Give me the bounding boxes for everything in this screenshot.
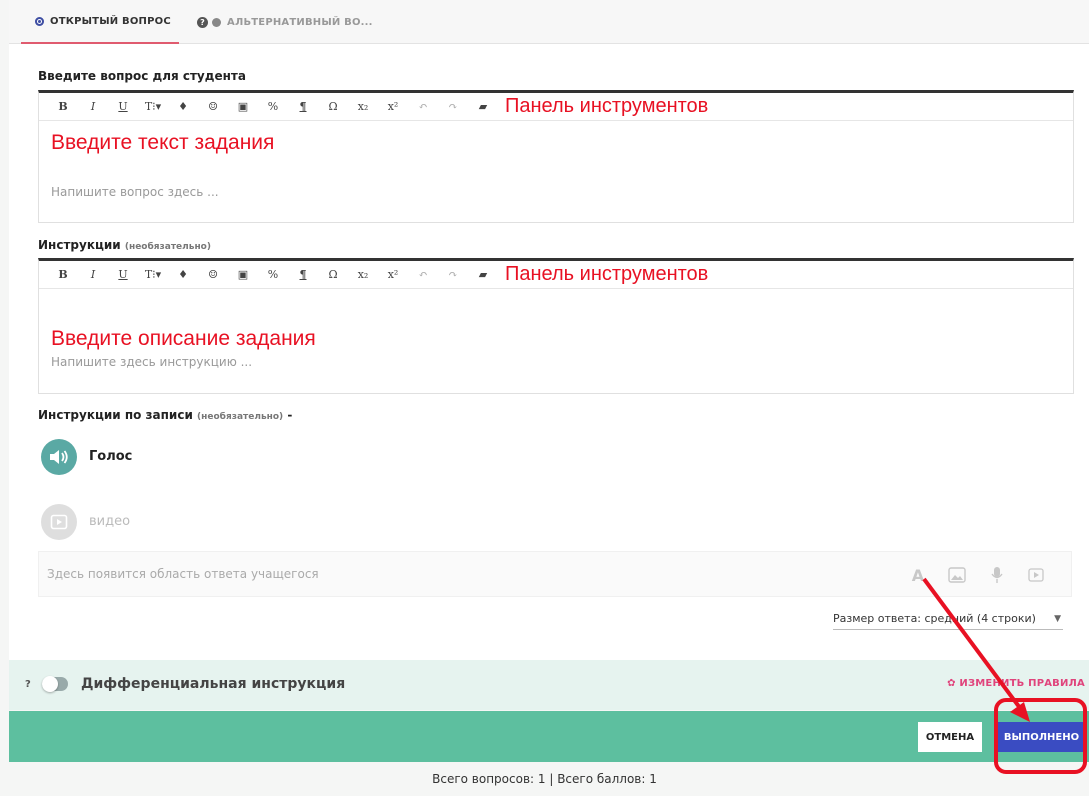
superscript-button[interactable]: x² — [383, 265, 403, 285]
instructions-title: Инструкции — [38, 238, 121, 252]
voice-label: Голос — [89, 449, 133, 464]
emoji-icon[interactable]: ☺ — [203, 265, 223, 285]
superscript-button[interactable]: x² — [383, 97, 403, 117]
optional-note: (необязательно) — [124, 242, 211, 252]
radio-icon — [35, 16, 44, 26]
link-icon[interactable]: % — [263, 97, 283, 117]
special-char-icon[interactable]: Ω — [323, 97, 343, 117]
differential-title: Дифференциальная инструкция — [81, 676, 346, 692]
recording-label: Инструкции по записи (необязательно) - — [38, 408, 292, 422]
bold-button[interactable]: B — [53, 97, 73, 117]
answer-placeholder: Здесь появится область ответа учащегося — [47, 567, 319, 581]
redo-icon[interactable]: ↷ — [443, 97, 463, 117]
subscript-button[interactable]: x₂ — [353, 97, 373, 117]
paragraph-icon[interactable]: ¶ — [293, 265, 313, 285]
help-icon[interactable]: ? — [25, 679, 31, 690]
tab-bar: ОТКРЫТЫЙ ВОПРОС ? АЛЬТЕРНАТИВНЫЙ ВО... — [9, 0, 1089, 44]
image-icon[interactable]: ▣ — [233, 265, 253, 285]
differential-toggle[interactable] — [42, 676, 68, 692]
speaker-icon — [50, 450, 68, 464]
answer-size-select[interactable]: Размер ответа: средний (4 строки) ▼ — [833, 612, 1063, 630]
underline-button[interactable]: U — [113, 265, 133, 285]
question-label: Введите вопрос для студента — [38, 69, 246, 83]
text-color-icon[interactable]: ♦ — [173, 97, 193, 117]
instructions-toolbar: B I U T⁝▾ ♦ ☺ ▣ % ¶ Ω x₂ x² ↶ ↷ ▰ Панель… — [39, 261, 1073, 289]
radio-icon — [212, 17, 221, 27]
tab-row: ОТКРЫТЫЙ ВОПРОС ? АЛЬТЕРНАТИВНЫЙ ВО... — [9, 0, 1089, 44]
instructions-annotation: Введите описание задания — [51, 327, 316, 350]
italic-button[interactable]: I — [83, 97, 103, 117]
eraser-icon[interactable]: ▰ — [473, 97, 493, 117]
student-answer-area[interactable]: Здесь появится область ответа учащегося … — [38, 551, 1072, 597]
instructions-editor[interactable]: B I U T⁝▾ ♦ ☺ ▣ % ¶ Ω x₂ x² ↶ ↷ ▰ Панель… — [38, 258, 1074, 394]
footer-bar: ОТМЕНА ВЫПОЛНЕНО — [9, 711, 1089, 762]
differential-instruction-bar: ? Дифференциальная инструкция ✿ ИЗМЕНИТЬ… — [9, 660, 1089, 710]
redo-icon[interactable]: ↷ — [443, 265, 463, 285]
done-button[interactable]: ВЫПОЛНЕНО — [998, 722, 1085, 752]
toolbar-annotation: Панель инструментов — [505, 263, 709, 285]
bold-button[interactable]: B — [53, 265, 73, 285]
undo-icon[interactable]: ↶ — [413, 265, 433, 285]
help-icon: ? — [197, 16, 208, 28]
emoji-icon[interactable]: ☺ — [203, 97, 223, 117]
video-icon — [50, 514, 68, 530]
subscript-button[interactable]: x₂ — [353, 265, 373, 285]
text-color-icon[interactable]: ♦ — [173, 265, 193, 285]
status-bar: Всего вопросов: 1 | Всего баллов: 1 — [0, 762, 1089, 796]
answer-size-value: Размер ответа: средний (4 строки) — [833, 612, 1036, 625]
italic-button[interactable]: I — [83, 265, 103, 285]
cancel-button[interactable]: ОТМЕНА — [918, 722, 982, 752]
toggle-knob — [42, 676, 58, 692]
link-icon[interactable]: % — [263, 265, 283, 285]
font-size-button[interactable]: T⁝▾ — [143, 265, 163, 285]
optional-note: (необязательно) — [197, 412, 284, 422]
question-toolbar: B I U T⁝▾ ♦ ☺ ▣ % ¶ Ω x₂ x² ↶ ↷ ▰ Панель… — [39, 93, 1073, 121]
video-answer-icon[interactable] — [1023, 561, 1049, 589]
question-editor[interactable]: B I U T⁝▾ ♦ ☺ ▣ % ¶ Ω x₂ x² ↶ ↷ ▰ Панель… — [38, 90, 1074, 223]
underline-button[interactable]: U — [113, 97, 133, 117]
question-placeholder: Напишите вопрос здесь ... — [51, 185, 219, 199]
paragraph-icon[interactable]: ¶ — [293, 97, 313, 117]
voice-record-button[interactable] — [41, 439, 77, 475]
recording-dash: - — [287, 408, 293, 422]
microphone-icon[interactable] — [984, 561, 1010, 589]
chevron-down-icon: ▼ — [1054, 614, 1061, 624]
undo-icon[interactable]: ↶ — [413, 97, 433, 117]
special-char-icon[interactable]: Ω — [323, 265, 343, 285]
font-size-button[interactable]: T⁝▾ — [143, 97, 163, 117]
tab-label: ОТКРЫТЫЙ ВОПРОС — [50, 15, 171, 27]
tab-open-question[interactable]: ОТКРЫТЫЙ ВОПРОС — [21, 0, 179, 44]
instructions-body[interactable]: Введите описание задания Напишите здесь … — [39, 289, 1073, 394]
eraser-icon[interactable]: ▰ — [473, 265, 493, 285]
change-rules-label: ИЗМЕНИТЬ ПРАВИЛА — [959, 678, 1085, 689]
instructions-label: Инструкции (необязательно) — [38, 238, 211, 252]
gear-icon: ✿ — [947, 678, 956, 689]
tab-label: АЛЬТЕРНАТИВНЫЙ ВО... — [227, 16, 373, 28]
toolbar-annotation: Панель инструментов — [505, 95, 709, 117]
question-body[interactable]: Введите текст задания Напишите вопрос зд… — [39, 121, 1073, 223]
question-editor-panel: Введите вопрос для студента B I U T⁝▾ ♦ … — [9, 44, 1089, 660]
tab-alternative-question[interactable]: ? АЛЬТЕРНАТИВНЫЙ ВО... — [197, 0, 373, 44]
change-rules-link[interactable]: ✿ ИЗМЕНИТЬ ПРАВИЛА — [947, 678, 1085, 689]
image-icon[interactable]: ▣ — [233, 97, 253, 117]
image-answer-icon[interactable] — [944, 561, 970, 589]
text-answer-icon[interactable]: A — [905, 561, 931, 589]
instructions-placeholder: Напишите здесь инструкцию ... — [51, 355, 253, 369]
video-label: видео — [89, 514, 131, 529]
question-annotation: Введите текст задания — [51, 131, 275, 154]
video-record-button[interactable] — [41, 504, 77, 540]
recording-title: Инструкции по записи — [38, 408, 193, 422]
